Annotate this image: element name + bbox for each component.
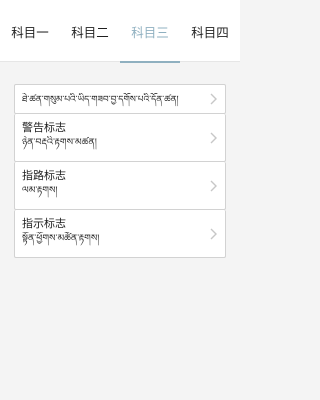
list-item-subtitle: ཉེན་བརྡའི་རྟགས་མཚན། <box>22 137 97 148</box>
tab-subject-3[interactable]: 科目三 <box>120 0 180 63</box>
active-tab-indicator <box>120 61 180 63</box>
chevron-right-icon <box>209 180 218 192</box>
chevron-right-icon <box>209 132 218 144</box>
list-item-subtitle: ཐེ་ཚན་གསུམ་པའི་ཡིད་གཟབ་བྱ་དགོས་པའི་དོན་ཚ… <box>22 95 179 105</box>
tab-label: 科目四 <box>191 24 229 40</box>
tab-subject-4[interactable]: 科目四 <box>180 0 240 62</box>
list-item-guide-signs[interactable]: 指路标志 ལམ་རྟགས། <box>14 162 226 210</box>
list-item-title: 警告标志 <box>22 121 66 134</box>
category-list: ཐེ་ཚན་གསུམ་པའི་ཡིད་གཟབ་བྱ་དགོས་པའི་དོན་ཚ… <box>14 84 226 258</box>
list-item-title: 指示标志 <box>22 217 66 230</box>
list-item-warning-signs[interactable]: 警告标志 ཉེན་བརྡའི་རྟགས་མཚན། <box>14 114 226 162</box>
list-item-considerations[interactable]: ཐེ་ཚན་གསུམ་པའི་ཡིད་གཟབ་བྱ་དགོས་པའི་དོན་ཚ… <box>14 84 226 114</box>
list-item-indication-signs[interactable]: 指示标志 སྟོན་ཕྱོགས་མཚོན་རྟགས། <box>14 210 226 258</box>
list-item-subtitle: ལམ་རྟགས། <box>22 185 58 196</box>
chevron-right-icon <box>209 93 218 105</box>
tab-subject-1[interactable]: 科目一 <box>0 0 60 62</box>
tab-bar: 科目一 科目二 科目三 科目四 <box>0 0 240 63</box>
tab-label: 科目二 <box>71 24 109 40</box>
tab-label: 科目三 <box>131 24 169 40</box>
tab-label: 科目一 <box>11 24 49 40</box>
tab-subject-2[interactable]: 科目二 <box>60 0 120 62</box>
chevron-right-icon <box>209 228 218 240</box>
list-item-title: 指路标志 <box>22 169 66 182</box>
list-item-subtitle: སྟོན་ཕྱོགས་མཚོན་རྟགས། <box>22 233 100 244</box>
